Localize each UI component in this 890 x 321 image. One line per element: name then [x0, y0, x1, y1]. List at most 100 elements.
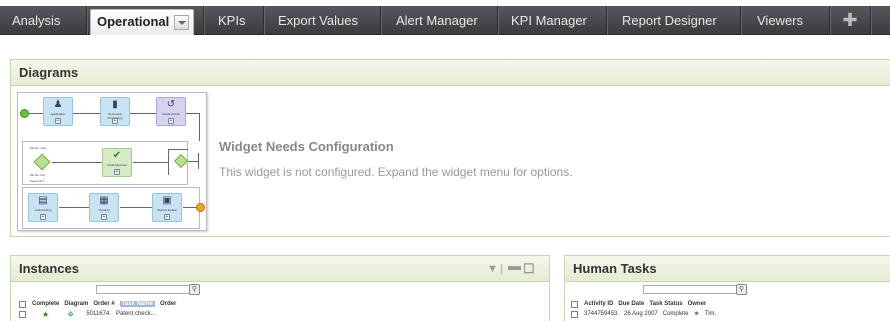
maximize-icon[interactable]: ☐	[523, 256, 535, 282]
row-checkbox[interactable]	[571, 310, 578, 318]
column-header[interactable]: Task Name	[119, 301, 155, 307]
tab-kpis[interactable]: KPIs	[218, 6, 245, 35]
expand-icon: +	[114, 169, 120, 175]
diagram-node: ▮ Document Processing +	[100, 97, 130, 126]
expand-icon: +	[40, 214, 46, 220]
check-icon: ✔	[112, 150, 122, 161]
diagram-node-label: Funding	[98, 208, 110, 212]
widget-config-message: This widget is not configured. Expand th…	[219, 165, 573, 179]
minimize-icon[interactable]: ▬	[508, 253, 521, 279]
column-header[interactable]: Order #	[93, 301, 114, 307]
expand-icon: +	[164, 214, 170, 220]
tab-separator	[380, 6, 381, 35]
people-icon: ♟	[53, 99, 63, 110]
diagram-icon: ❖	[67, 309, 75, 319]
divider: |	[500, 263, 504, 275]
order-number: 5011674.	[86, 311, 111, 317]
tab-separator	[870, 6, 871, 35]
instances-panel: Instances ▼ | ▬ ☐ ⚲ Complete Diagram Ord…	[10, 255, 550, 321]
flow-line	[198, 153, 199, 169]
column-header[interactable]: Complete	[32, 301, 59, 307]
human-tasks-panel: Human Tasks ⚲ Activity ID Due Date Task …	[564, 255, 890, 321]
bottle-icon: ▮	[112, 99, 118, 110]
expand-icon: +	[101, 214, 107, 220]
table-row[interactable]: ★ ❖ 5011674. Patent check...	[19, 309, 161, 319]
column-header[interactable]: Diagram	[64, 301, 88, 307]
tab-separator	[497, 6, 498, 35]
flow-annotation: Approval ?	[30, 179, 45, 183]
column-header[interactable]: Due Date	[618, 301, 644, 307]
flow-line	[52, 162, 102, 163]
diagram-node-label: Underwriting	[34, 208, 52, 212]
tab-operational[interactable]: Operational	[90, 9, 194, 35]
star-icon: ★	[42, 309, 50, 319]
tab-bar: Analysis Operational KPIs Export Values …	[0, 6, 890, 35]
tab-analysis[interactable]: Analysis	[12, 6, 60, 35]
tab-kpi-manager[interactable]: KPI Manager	[511, 6, 587, 35]
diagram-node: ✔ Final Approval +	[102, 148, 132, 177]
flow-line	[168, 149, 169, 175]
diagram-node: ▣ Record Initiate +	[152, 193, 182, 222]
widget-config-title: Widget Needs Configuration	[219, 139, 394, 154]
panel-title: Human Tasks	[573, 261, 657, 276]
chevron-down-icon[interactable]: ▼	[487, 256, 498, 282]
flow-line	[168, 149, 188, 150]
column-header[interactable]: Owner	[688, 301, 707, 307]
task-name: Patent check...	[115, 311, 156, 317]
due-date: 26 Aug 2007	[624, 311, 658, 317]
end-event-icon	[196, 203, 205, 212]
tab-export-values[interactable]: Export Values	[278, 6, 358, 35]
diagrams-panel: Diagrams ♟ Application + ▮ Document Proc…	[10, 59, 890, 237]
instances-panel-header: Instances ▼ | ▬ ☐	[11, 256, 549, 282]
tab-separator	[606, 6, 607, 35]
user-icon: ☻	[693, 311, 700, 317]
human-tasks-panel-header: Human Tasks	[565, 256, 890, 282]
diagram-node-label: Credit Check	[162, 112, 180, 116]
tab-operational-label: Operational	[97, 14, 170, 29]
flow-line	[120, 207, 152, 208]
diagram-node: ↺ Credit Check +	[156, 97, 186, 126]
tab-viewers[interactable]: Viewers	[757, 6, 803, 35]
panel-title: Instances	[19, 261, 79, 276]
expand-icon: +	[168, 118, 174, 124]
diagram-node-label: Final Approval	[107, 163, 127, 167]
select-all-checkbox[interactable]	[19, 300, 26, 308]
tab-separator	[740, 6, 741, 35]
expand-icon: +	[55, 118, 61, 124]
column-header[interactable]: Activity ID	[584, 301, 613, 307]
diagram-node-label: Record Initiate	[157, 208, 177, 212]
search-icon[interactable]: ⚲	[189, 284, 200, 295]
owner: Tim.	[704, 311, 717, 317]
tab-alert-manager[interactable]: Alert Manager	[396, 6, 478, 35]
flow-line	[188, 161, 198, 162]
diagram-node: ▤ Underwriting +	[28, 193, 58, 222]
table-row[interactable]: 3744759453. 26 Aug 2007 Complete ☻ Tim.	[571, 309, 721, 319]
start-event-icon	[20, 109, 29, 118]
server-icon: ▦	[99, 195, 109, 206]
tab-report-designer[interactable]: Report Designer	[622, 6, 717, 35]
process-diagram-thumbnail[interactable]: ♟ Application + ▮ Document Processing + …	[17, 92, 207, 231]
tab-separator	[86, 6, 87, 35]
flow-line	[133, 162, 168, 163]
column-header[interactable]: Order	[160, 301, 176, 307]
activity-id: 3744759453.	[584, 311, 620, 317]
diagram-node: ▦ Funding +	[89, 193, 119, 222]
tab-separator	[263, 6, 264, 35]
select-all-checkbox[interactable]	[571, 300, 578, 308]
diagrams-panel-header: Diagrams	[11, 60, 890, 86]
refresh-icon: ↺	[166, 99, 176, 110]
top-navigation: Analysis Operational KPIs Export Values …	[0, 0, 890, 42]
grid-filter-input[interactable]	[643, 285, 747, 294]
flow-line	[199, 113, 200, 141]
grid-filter-input[interactable]	[96, 285, 200, 294]
column-header[interactable]: Task Status	[649, 301, 682, 307]
search-icon[interactable]: ⚲	[736, 284, 747, 295]
row-checkbox[interactable]	[19, 310, 26, 318]
plus-icon[interactable]: ✚	[835, 6, 865, 35]
flow-annotation: Mo.No. Per	[30, 173, 46, 177]
tab-separator	[203, 6, 204, 35]
flow-annotation: Mo.No. Cha.	[30, 146, 47, 150]
chevron-down-icon[interactable]	[174, 15, 189, 30]
task-status: Complete	[662, 311, 689, 317]
diagram-node-label: Application	[50, 112, 66, 116]
